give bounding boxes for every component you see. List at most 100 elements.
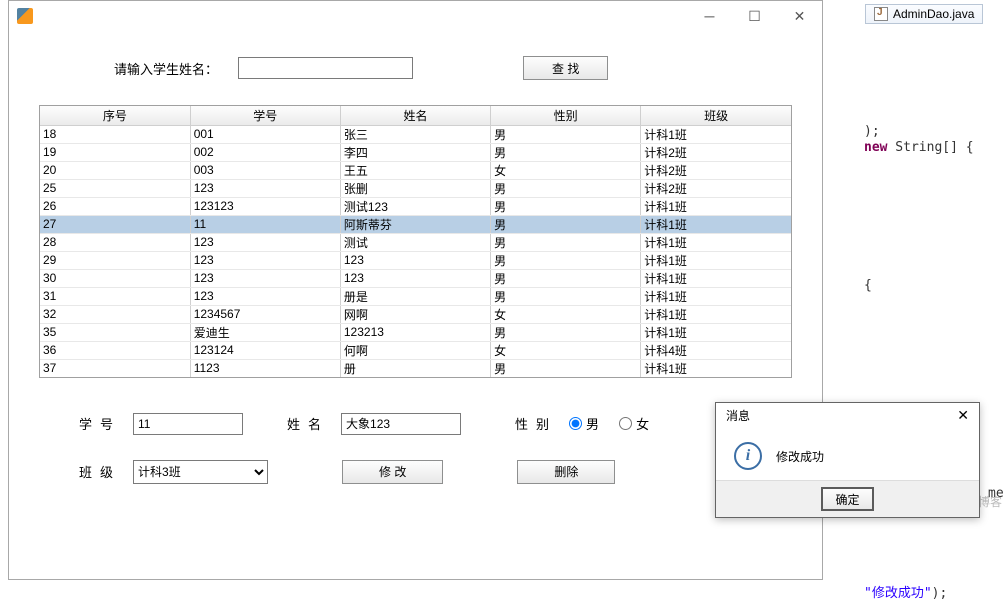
table-cell: 11 [190,215,340,233]
table-cell: 计科1班 [641,197,791,215]
table-cell: 男 [491,269,641,287]
class-select[interactable]: 计科3班 [133,460,268,484]
column-header[interactable]: 班级 [641,106,791,125]
editor-tab-label: AdminDao.java [893,7,974,21]
editor-tab[interactable]: AdminDao.java [865,4,983,24]
watermark: 博客 [978,493,1002,510]
table-cell: 37 [40,359,190,377]
java-icon [17,8,33,24]
java-file-icon [874,7,888,21]
table-row[interactable]: 28123测试男计科1班 [40,233,791,251]
name-label: 姓名 [287,414,329,433]
sid-input[interactable] [133,413,243,435]
column-header[interactable]: 姓名 [340,106,490,125]
table-row[interactable]: 29123123男计科1班 [40,251,791,269]
table-cell: 男 [491,287,641,305]
student-table[interactable]: 序号学号姓名性别班级 18001张三男计科1班19002李四男计科2班20003… [39,105,792,378]
delete-button[interactable]: 删除 [517,460,615,484]
table-cell: 123 [190,233,340,251]
table-cell: 003 [190,161,340,179]
dialog-ok-button[interactable]: 确定 [821,487,873,511]
table-cell: 男 [491,215,641,233]
table-cell: 25 [40,179,190,197]
table-cell: 123 [340,251,490,269]
table-cell: 123124 [190,341,340,359]
table-cell: 男 [491,179,641,197]
table-cell: 19 [40,143,190,161]
table-row[interactable]: 371123册男计科1班 [40,359,791,377]
table-row[interactable]: 20003王五女计科2班 [40,161,791,179]
table-row[interactable]: 26123123测试123男计科1班 [40,197,791,215]
table-cell: 男 [491,251,641,269]
info-icon: i [734,442,762,470]
table-row[interactable]: 18001张三男计科1班 [40,125,791,143]
table-cell: 35 [40,323,190,341]
table-cell: 阿斯蒂芬 [340,215,490,233]
dialog-message: 修改成功 [776,448,824,465]
table-cell: 测试 [340,233,490,251]
dialog-titlebar: 消息 ✕ [716,403,979,428]
code-line: "修改成功"); [864,582,947,601]
radio-female[interactable]: 女 [619,414,649,433]
table-cell: 1234567 [190,305,340,323]
search-label: 请输入学生姓名： [114,59,218,78]
table-row[interactable]: 31123册是男计科1班 [40,287,791,305]
table-cell: 女 [491,341,641,359]
table-cell: 张删 [340,179,490,197]
table-cell: 计科1班 [641,233,791,251]
table-cell: 男 [491,323,641,341]
column-header[interactable]: 学号 [190,106,340,125]
code-line: { [864,278,872,293]
sex-label: 性别 [515,414,557,433]
table-cell: 男 [491,125,641,143]
table-cell: 男 [491,233,641,251]
table-row[interactable]: 35爱迪生123213男计科1班 [40,323,791,341]
table-cell: 123123 [190,197,340,215]
table-cell: 王五 [340,161,490,179]
table-cell: 网啊 [340,305,490,323]
maximize-button[interactable]: ☐ [732,1,777,31]
table-cell: 计科4班 [641,341,791,359]
column-header[interactable]: 序号 [40,106,190,125]
modify-button[interactable]: 修 改 [342,460,443,484]
table-cell: 31 [40,287,190,305]
name-input[interactable] [341,413,461,435]
table-cell: 123 [190,251,340,269]
close-button[interactable]: ✕ [777,1,822,31]
table-cell: 002 [190,143,340,161]
table-cell: 27 [40,215,190,233]
dialog-close-icon[interactable]: ✕ [957,407,969,424]
search-input[interactable] [238,57,413,79]
table-cell: 123 [190,179,340,197]
table-cell: 男 [491,359,641,377]
table-row[interactable]: 321234567网啊女计科1班 [40,305,791,323]
message-dialog: 消息 ✕ i 修改成功 确定 [715,402,980,518]
minimize-button[interactable]: ─ [687,1,732,31]
table-cell: 册 [340,359,490,377]
code-line: ); [864,124,880,139]
table-row[interactable]: 2711阿斯蒂芬男计科1班 [40,215,791,233]
table-cell: 18 [40,125,190,143]
table-cell: 测试123 [340,197,490,215]
code-line: new String[] { [864,140,974,155]
table-cell: 计科2班 [641,161,791,179]
table-cell: 32 [40,305,190,323]
search-row: 请输入学生姓名： 查 找 [39,56,792,80]
column-header[interactable]: 性别 [491,106,641,125]
radio-male[interactable]: 男 [569,414,599,433]
table-cell: 计科1班 [641,251,791,269]
search-button[interactable]: 查 找 [523,56,608,80]
table-cell: 30 [40,269,190,287]
table-cell: 计科2班 [641,179,791,197]
table-cell: 计科1班 [641,359,791,377]
table-row[interactable]: 36123124何啊女计科4班 [40,341,791,359]
table-cell: 29 [40,251,190,269]
table-cell: 李四 [340,143,490,161]
table-cell: 20 [40,161,190,179]
class-label: 班级 [79,462,121,481]
table-cell: 计科1班 [641,323,791,341]
table-row[interactable]: 25123张删男计科2班 [40,179,791,197]
table-cell: 女 [491,305,641,323]
table-row[interactable]: 19002李四男计科2班 [40,143,791,161]
table-row[interactable]: 30123123男计科1班 [40,269,791,287]
